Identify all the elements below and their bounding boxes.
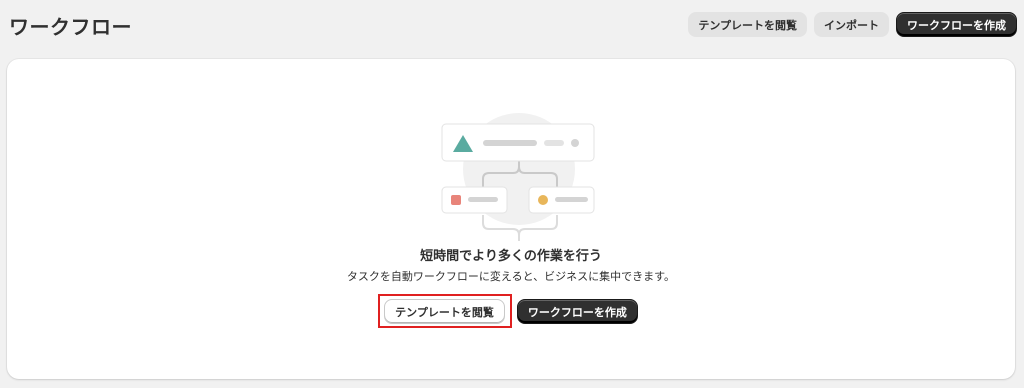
empty-create-workflow-button[interactable]: ワークフローを作成 [516, 299, 638, 324]
import-button[interactable]: インポート [814, 12, 889, 37]
header-actions: テンプレートを閲覧 インポート ワークフローを作成 [688, 12, 1017, 37]
workflow-illustration-icon [441, 113, 595, 241]
page-title: ワークフロー [9, 15, 132, 39]
branch-card-left [441, 186, 508, 214]
empty-state-card: 短時間でより多くの作業を行う タスクを自動ワークフローに変えると、ビジネスに集中… [7, 59, 1015, 379]
empty-state-heading: 短時間でより多くの作業を行う [420, 249, 602, 264]
empty-state-description: タスクを自動ワークフローに変えると、ビジネスに集中できます。 [346, 270, 676, 283]
browse-templates-button[interactable]: テンプレートを閲覧 [688, 12, 807, 37]
empty-state-actions: テンプレートを閲覧 ワークフローを作成 [7, 299, 1015, 324]
create-workflow-button[interactable]: ワークフローを作成 [896, 12, 1017, 37]
branch-card-right [528, 186, 595, 214]
empty-browse-templates-button[interactable]: テンプレートを閲覧 [384, 299, 505, 324]
trigger-card [441, 123, 595, 162]
